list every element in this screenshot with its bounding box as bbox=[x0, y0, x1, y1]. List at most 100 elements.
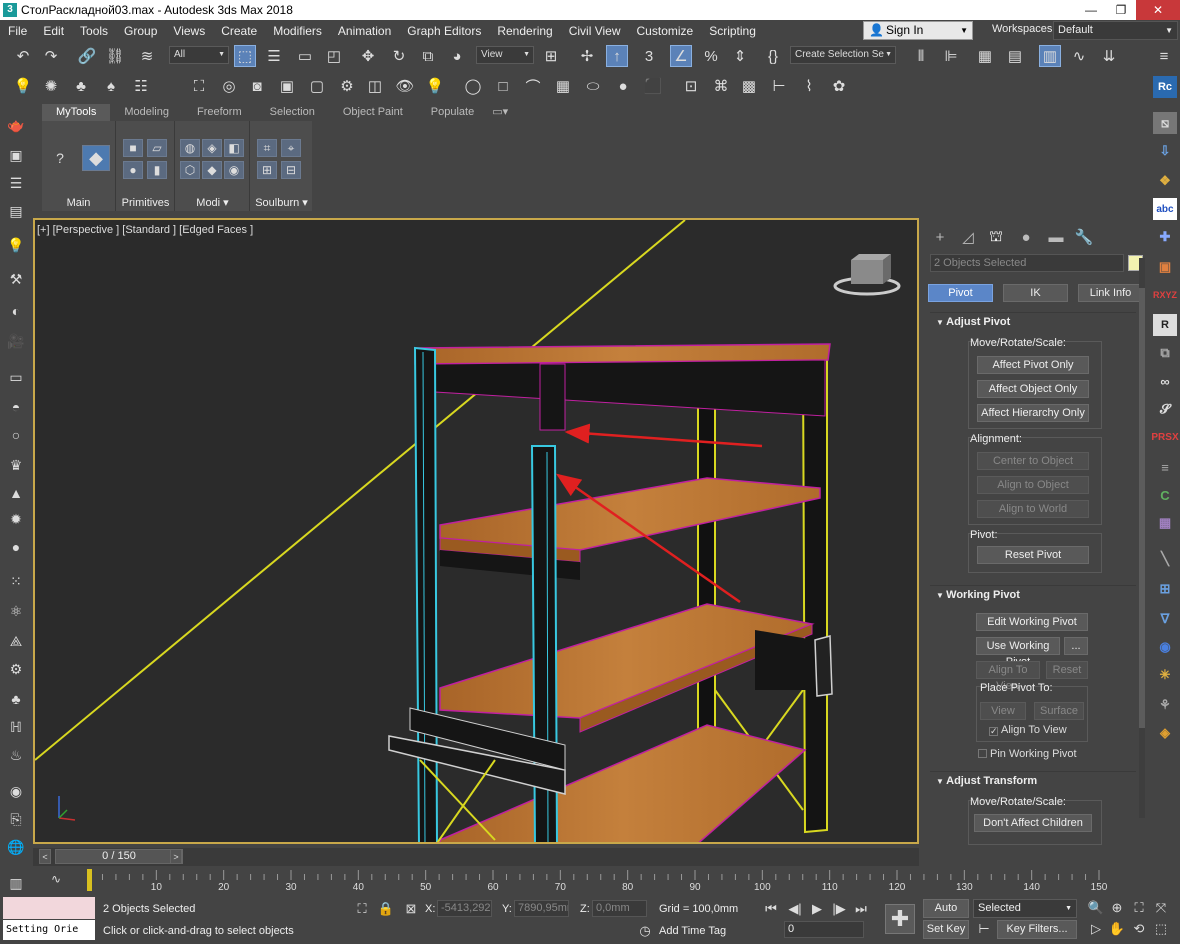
align-to-object-button[interactable]: Align to Object bbox=[977, 476, 1089, 494]
current-frame-marker[interactable] bbox=[87, 869, 92, 891]
perspective-viewport[interactable]: [+] [Perspective ] [Standard ] [Edged Fa… bbox=[33, 218, 919, 844]
affect-pivot-only-button[interactable]: Affect Pivot Only bbox=[977, 356, 1089, 374]
chamfer-icon[interactable]: ◆ bbox=[202, 161, 222, 179]
zoom-extents-icon[interactable]: ⛶ bbox=[1130, 899, 1148, 917]
v-tool-icon[interactable]: ∇ bbox=[1153, 608, 1177, 630]
teapot-icon[interactable]: 🫖 bbox=[4, 114, 28, 136]
r-tool-icon[interactable]: R bbox=[1153, 314, 1177, 336]
auto-key-button[interactable]: Auto Key bbox=[923, 899, 969, 931]
menu-create[interactable]: Create bbox=[213, 24, 265, 38]
curve-editor-icon[interactable]: ∿ bbox=[1068, 45, 1090, 67]
close-button[interactable]: ✕ bbox=[1136, 0, 1180, 20]
circle-icon[interactable]: ○ bbox=[4, 424, 28, 446]
isolate-selection-icon[interactable]: ⛶ bbox=[353, 900, 371, 918]
bend-icon[interactable]: ⧅ bbox=[1153, 112, 1177, 134]
script-icon[interactable]: ⎘ bbox=[4, 808, 28, 830]
key-mode-select[interactable]: Selected bbox=[973, 899, 1077, 918]
crown-icon[interactable]: ♛ bbox=[4, 454, 28, 476]
glasses-icon[interactable]: ∞ bbox=[1153, 370, 1177, 392]
selection-filter-select[interactable]: All bbox=[169, 46, 229, 64]
soulburn-tool-2-icon[interactable]: ⌖ bbox=[281, 139, 301, 157]
hemisphere-icon[interactable]: ◓ bbox=[4, 396, 28, 418]
maxscript-output[interactable]: Setting Orie bbox=[3, 920, 95, 940]
symmetry-icon[interactable]: ◈ bbox=[202, 139, 222, 157]
grid-icon[interactable]: ▦ bbox=[552, 75, 574, 97]
window-crossing-icon[interactable]: ◰ bbox=[323, 45, 345, 67]
spline-icon[interactable]: ⌇ bbox=[798, 75, 820, 97]
align-to-view-button[interactable]: Align To View bbox=[976, 661, 1040, 692]
play-icon[interactable]: ▶ bbox=[808, 900, 826, 918]
minimize-button[interactable]: — bbox=[1076, 0, 1106, 20]
modify-tab-icon[interactable]: ◿ bbox=[955, 224, 981, 250]
cloth-icon[interactable]: ♨ bbox=[4, 744, 28, 766]
scale-icon[interactable]: ⧉ bbox=[417, 45, 439, 67]
sign-in-dropdown[interactable]: 👤 Sign In bbox=[863, 21, 973, 40]
absolute-mode-icon[interactable]: ⊠ bbox=[402, 900, 420, 918]
place-icon[interactable]: ◕ bbox=[446, 45, 468, 67]
reset-working-pivot-button[interactable]: Reset bbox=[1046, 661, 1088, 679]
menu-rendering[interactable]: Rendering bbox=[489, 24, 560, 38]
box-tool-icon[interactable]: ▣ bbox=[1153, 256, 1177, 278]
rc-icon[interactable]: Rc bbox=[1153, 76, 1177, 98]
orbit-icon[interactable]: ⟲ bbox=[1130, 920, 1148, 938]
ik-tab-button[interactable]: IK bbox=[1003, 284, 1068, 302]
ribbon-tab-modeling[interactable]: Modeling bbox=[110, 104, 183, 121]
cube-tool-icon[interactable]: ◈ bbox=[1153, 722, 1177, 744]
pan-icon[interactable]: ✋ bbox=[1108, 920, 1126, 938]
lightbulb-icon[interactable]: 💡 bbox=[12, 75, 34, 97]
motion-tab-icon[interactable]: ● bbox=[1013, 224, 1039, 250]
add-time-tag-button[interactable]: Add Time Tag bbox=[659, 925, 726, 937]
fov-icon[interactable]: ▷ bbox=[1087, 920, 1105, 938]
render-icon[interactable]: ▣ bbox=[4, 144, 28, 166]
line-tool-icon[interactable]: ╲ bbox=[1153, 548, 1177, 570]
ribbon-tab-populate[interactable]: Populate bbox=[417, 104, 488, 121]
window-tool-icon[interactable]: ⊞ bbox=[1153, 578, 1177, 600]
cylinder-icon[interactable]: ⬭ bbox=[582, 75, 604, 97]
grid-panel-icon[interactable]: ▤ bbox=[4, 200, 28, 222]
move-icon[interactable]: ✥ bbox=[357, 45, 379, 67]
ribbon-tab-selection[interactable]: Selection bbox=[256, 104, 329, 121]
viewcube[interactable] bbox=[833, 254, 901, 296]
next-key-icon[interactable]: |▶ bbox=[830, 900, 848, 918]
ribbon-tab-mytools[interactable]: MyTools bbox=[42, 104, 111, 121]
layer-explorer-icon[interactable]: ▦ bbox=[974, 45, 996, 67]
download-icon[interactable]: ⇩ bbox=[1153, 140, 1177, 162]
align-to-world-button[interactable]: Align to World bbox=[977, 500, 1089, 518]
menu-group[interactable]: Group bbox=[116, 24, 165, 38]
render-frame-icon[interactable]: ◎ bbox=[218, 75, 240, 97]
menu-modifiers[interactable]: Modifiers bbox=[265, 24, 330, 38]
adjust-pivot-header[interactable]: Adjust Pivot bbox=[930, 313, 1136, 331]
maximize-viewport-icon[interactable]: ⬚ bbox=[1152, 920, 1170, 938]
soulburn-tool-3-icon[interactable]: ⊞ bbox=[257, 161, 277, 179]
rotate-icon[interactable]: ↻ bbox=[388, 45, 410, 67]
clone-icon[interactable]: ⧉ bbox=[1153, 342, 1177, 364]
box-primitive-icon[interactable]: ◆ bbox=[82, 145, 110, 171]
menu-tools[interactable]: Tools bbox=[72, 24, 116, 38]
add-layer-icon[interactable]: ✚ bbox=[1153, 226, 1177, 248]
atom-icon[interactable]: ✳ bbox=[1153, 664, 1177, 686]
y-coordinate-field[interactable]: 7890,95mm bbox=[514, 900, 569, 917]
menu-file[interactable]: File bbox=[0, 24, 35, 38]
maxscript-listener[interactable]: Setting Orie bbox=[3, 897, 95, 941]
angle-snap-icon[interactable]: ∠ bbox=[670, 45, 692, 67]
toolbar-overflow-icon[interactable]: ≡ bbox=[1153, 45, 1175, 67]
light-icon[interactable]: 💡 bbox=[4, 234, 28, 256]
place-surface-button[interactable]: Surface bbox=[1034, 702, 1084, 720]
utilities-tab-icon[interactable]: 🔧 bbox=[1071, 224, 1097, 250]
curl-icon[interactable]: 𝓢 bbox=[1153, 398, 1177, 420]
box-icon[interactable]: ⬛ bbox=[642, 75, 664, 97]
align-to-view-checkbox[interactable]: ✓ Align To View bbox=[989, 724, 1067, 736]
x-coordinate-field[interactable]: -5413,292r bbox=[437, 900, 492, 917]
zoom-icon[interactable]: 🔍 bbox=[1087, 899, 1105, 917]
tree-icon[interactable]: ♠ bbox=[100, 75, 122, 97]
time-tag-icon[interactable]: ◷ bbox=[636, 922, 654, 940]
cube-icon[interactable]: ■ bbox=[123, 139, 143, 157]
key-mode-icon[interactable]: ⊢ bbox=[975, 920, 993, 938]
command-panel-scrollbar[interactable] bbox=[1139, 258, 1145, 818]
3dsmax-app-icon[interactable]: 3 bbox=[3, 3, 17, 17]
track-icon[interactable]: ▥ bbox=[4, 872, 28, 894]
ribbon-options-icon[interactable]: ▭▾ bbox=[488, 104, 512, 121]
star-icon[interactable]: ✹ bbox=[4, 508, 28, 530]
molecule-icon[interactable]: ⚛ bbox=[4, 600, 28, 622]
cylinder-primitive-icon[interactable]: ▮ bbox=[147, 161, 167, 179]
